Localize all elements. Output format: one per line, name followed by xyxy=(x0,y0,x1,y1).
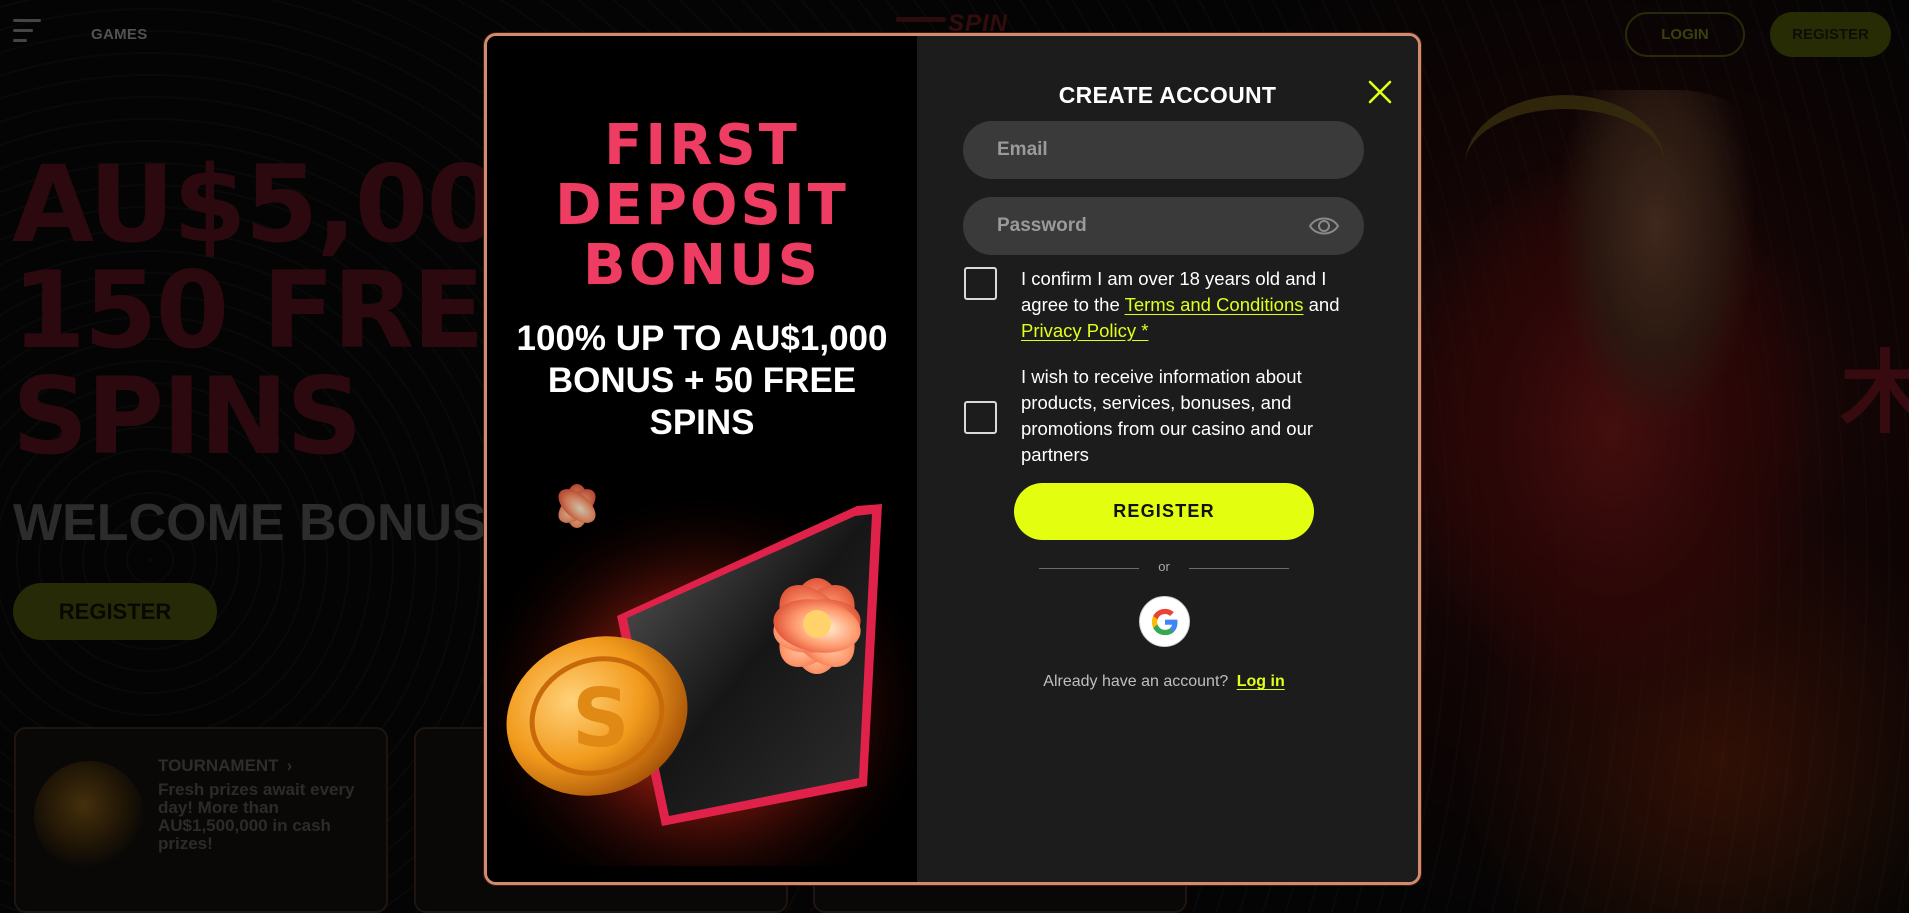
marketing-consent-row: I wish to receive information about prod… xyxy=(964,364,1364,474)
password-field[interactable] xyxy=(963,197,1364,255)
close-icon[interactable] xyxy=(1368,80,1392,109)
age-confirm-text: I confirm I am over 18 years old and I a… xyxy=(1021,268,1340,341)
promo-panel: FIRST DEPOSIT BONUS 100% UP TO AU$1,000 … xyxy=(487,36,917,882)
age-confirm-row: I confirm I am over 18 years old and I a… xyxy=(964,266,1364,346)
eye-icon[interactable] xyxy=(1308,214,1340,243)
divider-left xyxy=(1039,568,1139,569)
marketing-consent-checkbox[interactable] xyxy=(964,401,997,434)
or-label: or xyxy=(1158,559,1170,574)
email-field[interactable] xyxy=(963,121,1364,179)
promo-heading: FIRST DEPOSIT BONUS xyxy=(555,113,849,298)
email-input[interactable] xyxy=(963,121,1364,179)
password-input[interactable] xyxy=(963,197,1364,255)
login-prompt: Already have an account? Log in xyxy=(1043,673,1285,690)
login-link[interactable]: Log in xyxy=(1237,673,1285,690)
google-icon xyxy=(1151,608,1177,635)
divider-right xyxy=(1189,568,1289,569)
google-signin-button[interactable] xyxy=(1139,596,1190,647)
promo-offer: 100% UP TO AU$1,000 BONUS + 50 FREE SPIN… xyxy=(516,319,888,442)
age-confirm-checkbox[interactable] xyxy=(964,267,997,300)
register-button[interactable]: REGISTER xyxy=(1014,483,1314,540)
privacy-policy-link[interactable]: Privacy Policy * xyxy=(1021,320,1148,341)
svg-text:S: S xyxy=(572,672,630,765)
marketing-consent-text: I wish to receive information about prod… xyxy=(1021,366,1314,465)
form-title: CREATE ACCOUNT xyxy=(1058,82,1277,108)
promo-illustration: S xyxy=(487,466,917,866)
terms-link[interactable]: Terms and Conditions xyxy=(1125,294,1304,315)
